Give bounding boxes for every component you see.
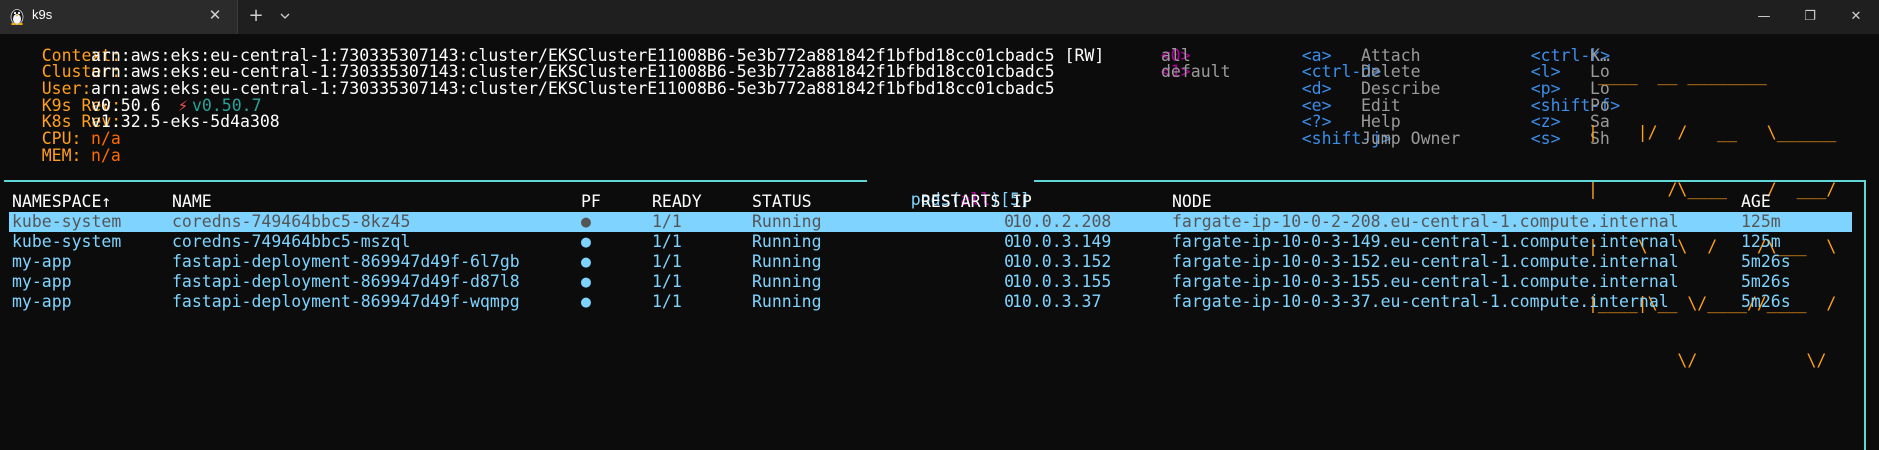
cell-ready: 1/1 (652, 212, 682, 231)
mem-row: MEM: n/a (2, 126, 121, 165)
col-ip-header[interactable]: IP (1012, 192, 1032, 212)
cell-age: 125m (1741, 232, 1781, 251)
cell-age: 5m26s (1741, 292, 1791, 311)
cell-ready: 1/1 (652, 252, 682, 271)
cell-name: fastapi-deployment-869947d49f-wqmpg (172, 292, 520, 311)
cell-ip: 10.0.3.152 (1012, 252, 1112, 271)
col-namespace-header[interactable]: NAMESPACE↑ (12, 192, 111, 212)
cell-ready: 1/1 (652, 292, 682, 311)
tab-close-icon[interactable]: ✕ (204, 4, 226, 26)
cell-status: Running (752, 212, 822, 231)
cell-namespace: kube-system (12, 212, 122, 231)
cell-ready: 1/1 (652, 272, 682, 291)
col-restarts-header[interactable]: RESTARTS (921, 192, 1000, 212)
cell-name: coredns-749464bbc5-8kz45 (172, 212, 411, 231)
port-forward-dot-icon: ● (581, 252, 591, 271)
cell-restarts: 0 (1004, 212, 1014, 231)
shortcut-jump-owner[interactable]: <shift-j> Jump Owner (1262, 109, 1461, 148)
cell-ready: 1/1 (652, 232, 682, 251)
cell-namespace: my-app (12, 252, 72, 271)
mem-label: MEM: (41, 146, 82, 165)
window-close-icon[interactable]: ✕ (1833, 0, 1879, 34)
cell-restarts: 0 (1004, 272, 1014, 291)
pods-table-title: pods(all)[5] (867, 170, 1034, 209)
col-status-header[interactable]: STATUS (752, 192, 812, 212)
table-header: NAMESPACE↑ NAME PF READY STATUS RESTARTS… (9, 192, 1852, 212)
shortcut-key: <s> (1530, 129, 1561, 148)
col-name-header[interactable]: NAME (172, 192, 212, 212)
logo-line: ____ __ ________ (1588, 66, 1767, 85)
cell-namespace: my-app (12, 292, 72, 311)
port-forward-dot-icon: ● (581, 272, 591, 291)
cell-ip: 10.0.3.37 (1012, 292, 1102, 311)
namespace-label: default (1161, 62, 1231, 81)
table-row[interactable]: my-app fastapi-deployment-869947d49f-wqm… (9, 292, 1852, 312)
cell-ip: 10.0.3.155 (1012, 272, 1112, 291)
cell-ip: 10.0.3.149 (1012, 232, 1112, 251)
cell-status: Running (752, 272, 822, 291)
table-row[interactable]: kube-system coredns-749464bbc5-8kz45 ● 1… (9, 212, 1852, 232)
tab-dropdown-icon[interactable] (274, 4, 296, 28)
table-row[interactable]: my-app fastapi-deployment-869947d49f-6l7… (9, 252, 1852, 272)
port-forward-dot-icon: ● (581, 292, 591, 311)
port-forward-dot-icon: ● (581, 232, 591, 251)
cell-restarts: 0 (1004, 232, 1014, 251)
namespace-default[interactable]: <1> default (1121, 42, 1231, 81)
new-tab-icon[interactable]: + (244, 4, 268, 28)
logo-line: | |/ / __ \______ (1588, 123, 1837, 142)
cell-name: coredns-749464bbc5-mszql (172, 232, 411, 251)
cell-ip: 10.0.2.208 (1012, 212, 1112, 231)
cell-age: 5m26s (1741, 272, 1791, 291)
cell-age: 125m (1741, 212, 1781, 231)
terminal-area[interactable]: Context: arn:aws:eks:eu-central-1:7303353… (0, 34, 1879, 450)
cell-node: fargate-ip-10-0-3-152.eu-central-1.compu… (1172, 252, 1679, 271)
cell-namespace: kube-system (12, 232, 122, 251)
chevron-down-icon (280, 13, 290, 19)
mem-value: n/a (91, 146, 121, 165)
shortcut-label: Jump Owner (1361, 129, 1461, 148)
cell-node: fargate-ip-10-0-3-37.eu-central-1.comput… (1172, 292, 1669, 311)
tab-title: k9s (32, 7, 53, 22)
col-age-header[interactable]: AGE (1741, 192, 1771, 212)
cell-status: Running (752, 252, 822, 271)
cell-status: Running (752, 292, 822, 311)
cell-namespace: my-app (12, 272, 72, 291)
col-pf-header[interactable]: PF (581, 192, 601, 212)
cell-name: fastapi-deployment-869947d49f-d87l8 (172, 272, 520, 291)
table-row[interactable]: kube-system coredns-749464bbc5-mszql ● 1… (9, 232, 1852, 252)
cell-restarts: 0 (1004, 292, 1014, 311)
cell-node: fargate-ip-10-0-3-155.eu-central-1.compu… (1172, 272, 1679, 291)
table-row[interactable]: my-app fastapi-deployment-869947d49f-d87… (9, 272, 1852, 292)
cell-status: Running (752, 232, 822, 251)
col-ready-header[interactable]: READY (652, 192, 702, 212)
col-node-header[interactable]: NODE (1172, 192, 1212, 212)
cell-name: fastapi-deployment-869947d49f-6l7gb (172, 252, 520, 271)
cell-node: fargate-ip-10-0-2-208.eu-central-1.compu… (1172, 212, 1679, 231)
linux-penguin-icon (10, 9, 24, 25)
col-namespace-label: NAMESPACE↑ (12, 192, 112, 211)
cell-restarts: 0 (1004, 252, 1014, 271)
cell-node: fargate-ip-10-0-3-149.eu-central-1.compu… (1172, 232, 1679, 251)
shortcut-shell[interactable]: <s> Sh (1491, 109, 1610, 148)
cell-age: 5m26s (1741, 252, 1791, 271)
port-forward-dot-icon: ● (581, 212, 591, 231)
